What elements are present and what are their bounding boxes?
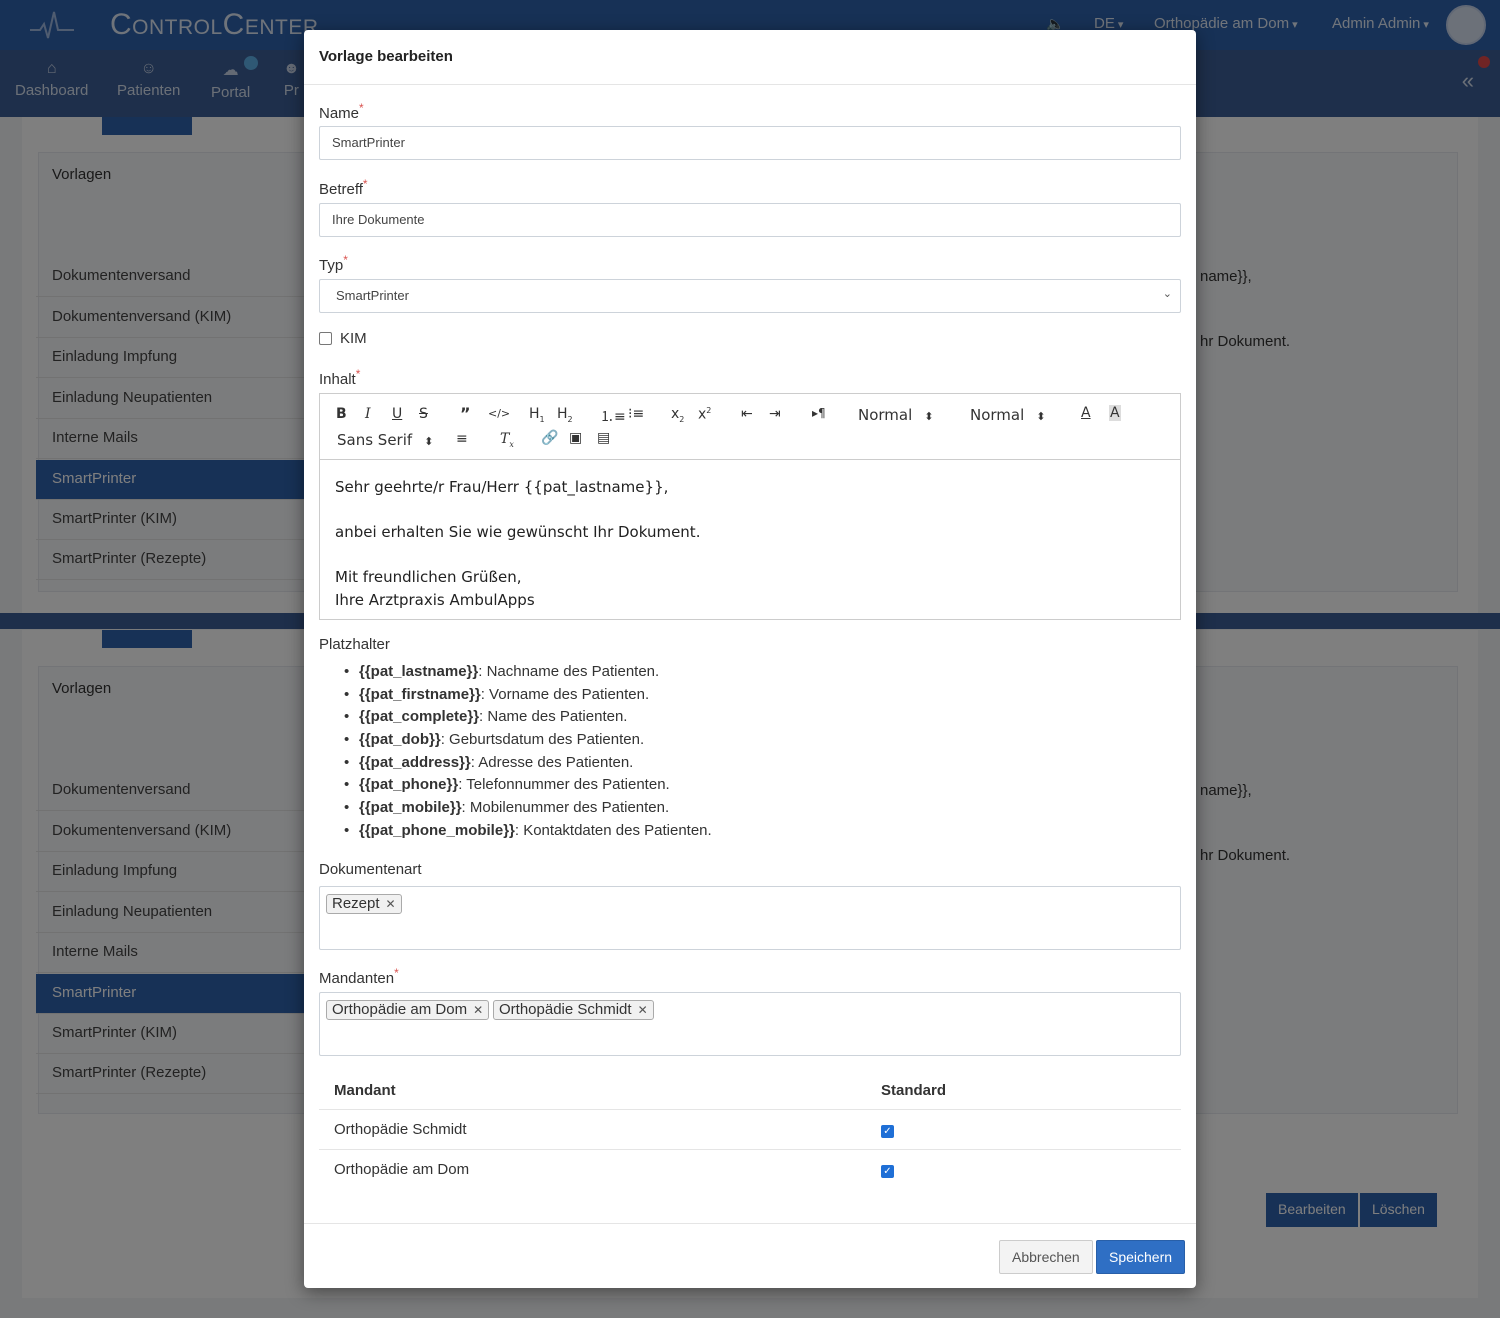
standard-checkbox[interactable]: ✓: [881, 1125, 894, 1138]
mandants-label: Mandanten*: [319, 966, 399, 987]
modal-title: Vorlage bearbeiten: [319, 48, 453, 65]
image-icon[interactable]: ▣: [569, 430, 582, 446]
type-select[interactable]: SmartPrinter ⌄: [319, 279, 1181, 313]
mandant-cell: Orthopädie am Dom: [334, 1161, 470, 1178]
col-header-standard: Standard: [881, 1082, 947, 1099]
bold-icon[interactable]: B: [336, 406, 347, 422]
bullet-list-icon[interactable]: ⁝≡: [628, 406, 644, 422]
list-item: {{pat_lastname}}: Nachname des Patienten…: [344, 663, 712, 686]
content-label: Inhalt*: [319, 367, 361, 388]
underline-icon[interactable]: U: [392, 406, 402, 422]
editor-content[interactable]: Sehr geehrte/r Frau/Herr {{pat_lastname}…: [335, 476, 700, 611]
outdent-icon[interactable]: ⇤: [741, 406, 753, 422]
mandant-cell: Orthopädie Schmidt: [334, 1121, 467, 1138]
col-header-mandant: Mandant: [334, 1082, 396, 1099]
save-button[interactable]: Speichern: [1096, 1240, 1186, 1274]
placeholder-list: {{pat_lastname}}: Nachname des Patienten…: [344, 663, 712, 845]
table-row: Orthopädie Schmidt ✓: [319, 1109, 1181, 1149]
edit-template-modal: Vorlage bearbeiten Name* SmartPrinter Be…: [304, 30, 1196, 1288]
name-input[interactable]: SmartPrinter: [319, 126, 1181, 160]
content-line: Ihre Arztpraxis AmbulApps: [335, 590, 535, 609]
placeholders-title: Platzhalter: [319, 636, 390, 653]
kim-checkbox-row[interactable]: KIM: [319, 330, 367, 347]
chevron-down-icon: ⌄: [1162, 288, 1172, 300]
tag: Rezept ✕: [326, 894, 402, 914]
modal-footer: Abbrechen Speichern: [304, 1223, 1196, 1288]
font-dropdown[interactable]: Sans Serif ⬍: [337, 431, 433, 449]
clear-format-icon[interactable]: Tx: [500, 431, 514, 449]
list-item: {{pat_phone}}: Telefonnummer des Patient…: [344, 776, 712, 799]
font-color-icon[interactable]: A: [1081, 405, 1091, 421]
blockquote-icon[interactable]: ”: [460, 404, 471, 423]
cancel-button[interactable]: Abbrechen: [999, 1240, 1093, 1274]
subject-label: Betreff*: [319, 177, 368, 198]
heading1-icon[interactable]: H1: [529, 406, 545, 424]
link-icon[interactable]: 🔗: [541, 430, 558, 446]
standard-checkbox[interactable]: ✓: [881, 1165, 894, 1178]
mandants-tag-input[interactable]: Orthopädie am Dom ✕ Orthopädie Schmidt ✕: [319, 992, 1181, 1056]
name-label: Name*: [319, 101, 364, 122]
list-item: {{pat_mobile}}: Mobilenummer des Patient…: [344, 799, 712, 822]
align-icon[interactable]: ≡: [456, 431, 468, 447]
tag: Orthopädie Schmidt ✕: [493, 1000, 654, 1020]
remove-tag-icon[interactable]: ✕: [473, 1003, 483, 1017]
header-dropdown[interactable]: Normal ⬍: [858, 406, 934, 424]
list-item: {{pat_phone_mobile}}: Kontaktdaten des P…: [344, 822, 712, 845]
ordered-list-icon[interactable]: ⒈≡: [600, 406, 626, 426]
italic-icon[interactable]: I: [365, 406, 371, 422]
list-item: {{pat_address}}: Adresse des Patienten.: [344, 754, 712, 777]
strikethrough-icon[interactable]: S: [419, 406, 428, 422]
doctype-label: Dokumentenart: [319, 861, 422, 878]
remove-tag-icon[interactable]: ✕: [386, 897, 396, 911]
modal-header: Vorlage bearbeiten: [304, 30, 1196, 85]
editor-toolbar: B I U S ” </> H1 H2 ⒈≡ ⁝≡ x2 x2 ⇤ ⇥ ▸¶ N…: [320, 394, 1180, 460]
kim-label: KIM: [340, 330, 367, 347]
kim-checkbox[interactable]: [319, 332, 332, 345]
indent-icon[interactable]: ⇥: [769, 406, 781, 422]
size-dropdown[interactable]: Normal ⬍: [970, 406, 1046, 424]
video-icon[interactable]: ▤: [597, 430, 610, 446]
list-item: {{pat_firstname}}: Vorname des Patienten…: [344, 686, 712, 709]
text-direction-icon[interactable]: ▸¶: [812, 406, 826, 420]
heading2-icon[interactable]: H2: [557, 406, 573, 424]
tag: Orthopädie am Dom ✕: [326, 1000, 490, 1020]
list-item: {{pat_complete}}: Name des Patienten.: [344, 708, 712, 731]
content-line: anbei erhalten Sie wie gewünscht Ihr Dok…: [335, 523, 701, 541]
doctype-tag-input[interactable]: Rezept ✕: [319, 886, 1181, 950]
background-color-icon[interactable]: A: [1109, 405, 1121, 421]
rich-text-editor: B I U S ” </> H1 H2 ⒈≡ ⁝≡ x2 x2 ⇤ ⇥ ▸¶ N…: [319, 393, 1181, 620]
subscript-icon[interactable]: x2: [671, 406, 684, 424]
code-icon[interactable]: </>: [488, 407, 510, 420]
content-line: Mit freundlichen Grüßen,: [335, 568, 522, 586]
table-row: Orthopädie am Dom ✓: [319, 1149, 1181, 1189]
list-item: {{pat_dob}}: Geburtsdatum des Patienten.: [344, 731, 712, 754]
superscript-icon[interactable]: x2: [698, 406, 711, 423]
content-line: Sehr geehrte/r Frau/Herr {{pat_lastname}…: [335, 478, 669, 496]
type-select-value: SmartPrinter: [336, 288, 409, 303]
type-label: Typ*: [319, 253, 348, 274]
subject-input[interactable]: Ihre Dokumente: [319, 203, 1181, 237]
remove-tag-icon[interactable]: ✕: [638, 1003, 648, 1017]
